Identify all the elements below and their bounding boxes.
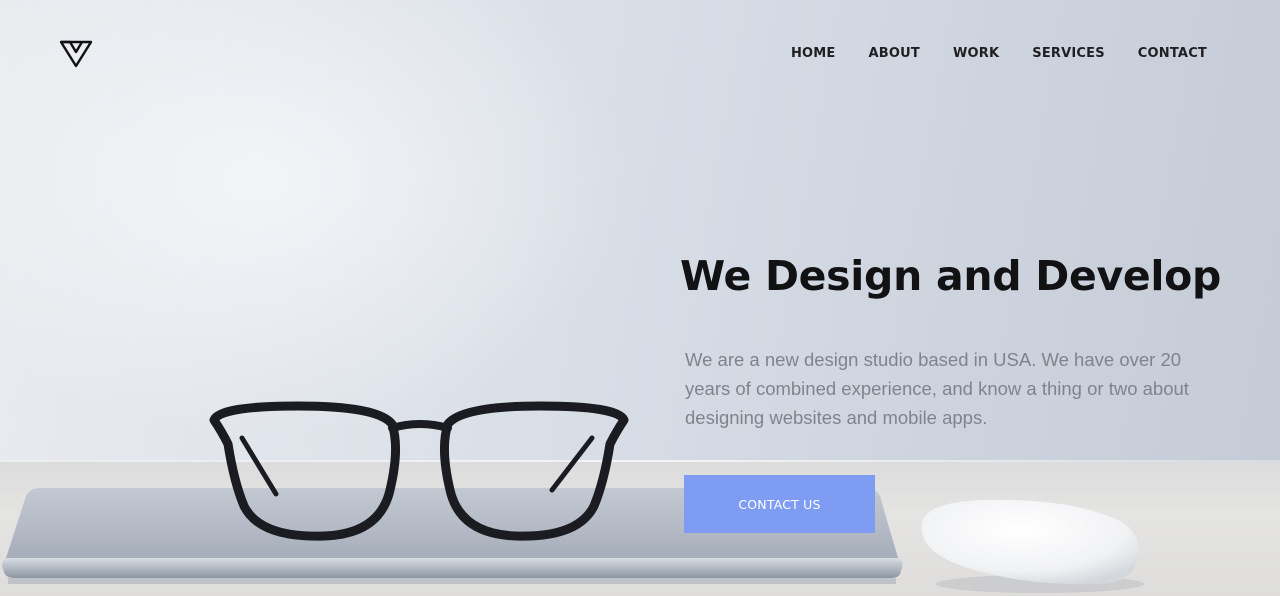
main-navigation: HOME ABOUT WORK SERVICES CONTACT — [758, 46, 1207, 61]
nav-item-services[interactable]: SERVICES — [1032, 46, 1105, 61]
hero-title: We Design and Develop — [680, 252, 1222, 300]
nav-item-about[interactable]: ABOUT — [869, 46, 920, 61]
triangle-logo-icon[interactable] — [58, 38, 94, 70]
hero-section: HOME ABOUT WORK SERVICES CONTACT We Desi… — [0, 0, 1280, 596]
nav-item-work[interactable]: WORK — [953, 46, 999, 61]
mouse-image — [921, 499, 1144, 593]
hero-description: We are a new design studio based in USA.… — [685, 349, 1189, 428]
nav-item-contact[interactable]: CONTACT — [1138, 46, 1207, 61]
nav-item-home[interactable]: HOME — [791, 46, 836, 61]
glasses-image — [209, 401, 629, 541]
background-glow — [0, 0, 640, 440]
contact-us-button[interactable]: CONTACT US — [684, 475, 875, 533]
